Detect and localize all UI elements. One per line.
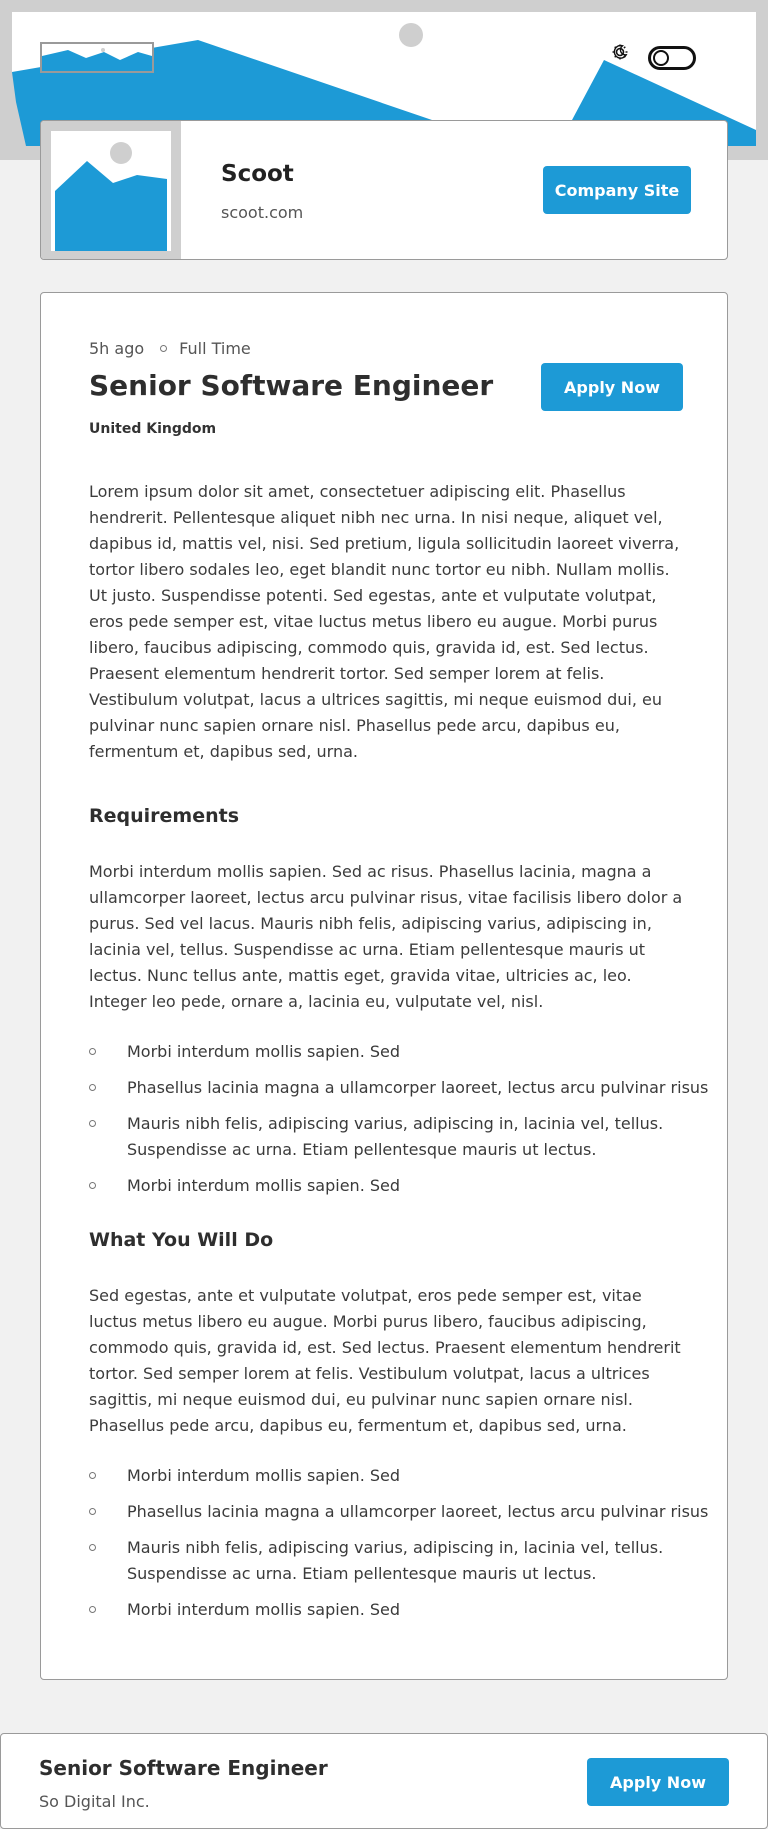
- job-content: Lorem ipsum dolor sit amet, consectetuer…: [89, 479, 708, 1633]
- list-item: Morbi interdum mollis sapien. Sed: [89, 1173, 689, 1199]
- list-item: Phasellus lacinia magna a ullamcorper la…: [89, 1075, 708, 1101]
- footer-company-name: So Digital Inc.: [39, 1792, 150, 1811]
- company-card: Scoot scoot.com Company Site: [40, 120, 728, 260]
- list-item: Mauris nibh felis, adipiscing varius, ad…: [89, 1111, 689, 1163]
- role-text: Sed egestas, ante et vulputate volutpat,…: [89, 1286, 681, 1435]
- bullet-icon: [89, 1120, 96, 1127]
- posted-time: 5h ago: [89, 339, 145, 358]
- requirements-list: Morbi interdum mollis sapien. Sed Phasel…: [89, 1039, 708, 1199]
- bullet-icon: [89, 1084, 96, 1091]
- bullet-icon: [89, 1544, 96, 1551]
- footer-apply-bar: Senior Software Engineer So Digital Inc.…: [0, 1733, 768, 1829]
- bullet-icon: [89, 1508, 96, 1515]
- role-heading: What You Will Do: [89, 1229, 274, 1251]
- image-placeholder-icon: [42, 44, 152, 71]
- employment-type: Full Time: [179, 339, 251, 358]
- bullet-icon: [89, 1048, 96, 1055]
- site-logo[interactable]: [40, 42, 154, 73]
- switch-knob: [653, 50, 669, 66]
- theme-toggle[interactable]: [612, 44, 736, 72]
- job-title: Senior Software Engineer: [89, 369, 494, 402]
- moon-icon: [613, 44, 628, 59]
- list-item: Morbi interdum mollis sapien. Sed: [89, 1039, 689, 1065]
- company-site-button[interactable]: Company Site: [543, 166, 691, 214]
- bullet-icon: [89, 1182, 96, 1189]
- company-logo: [41, 121, 181, 259]
- apply-now-button[interactable]: Apply Now: [541, 363, 683, 411]
- requirements-text: Morbi interdum mollis sapien. Sed ac ris…: [89, 862, 683, 1011]
- dark-mode-switch[interactable]: [648, 46, 696, 70]
- job-detail-card: 5h ago Full Time Senior Software Enginee…: [40, 292, 728, 1680]
- separator-dot-icon: [160, 345, 168, 352]
- company-website: scoot.com: [221, 203, 304, 222]
- list-item: Mauris nibh felis, adipiscing varius, ad…: [89, 1535, 689, 1587]
- company-name: Scoot: [221, 161, 294, 187]
- footer-apply-now-button[interactable]: Apply Now: [587, 1758, 729, 1806]
- list-item: Phasellus lacinia magna a ullamcorper la…: [89, 1499, 708, 1525]
- bullet-icon: [89, 1472, 96, 1479]
- requirements-heading: Requirements: [89, 805, 240, 827]
- list-item: Morbi interdum mollis sapien. Sed: [89, 1463, 689, 1489]
- list-item: Morbi interdum mollis sapien. Sed: [89, 1597, 689, 1623]
- bullet-icon: [89, 1606, 96, 1613]
- footer-job-title: Senior Software Engineer: [39, 1756, 328, 1780]
- image-placeholder-icon: [51, 131, 171, 251]
- job-meta: 5h ago Full Time: [89, 339, 251, 358]
- job-location: United Kingdom: [89, 421, 217, 437]
- job-description: Lorem ipsum dolor sit amet, consectetuer…: [89, 482, 680, 761]
- role-list: Morbi interdum mollis sapien. Sed Phasel…: [89, 1463, 708, 1623]
